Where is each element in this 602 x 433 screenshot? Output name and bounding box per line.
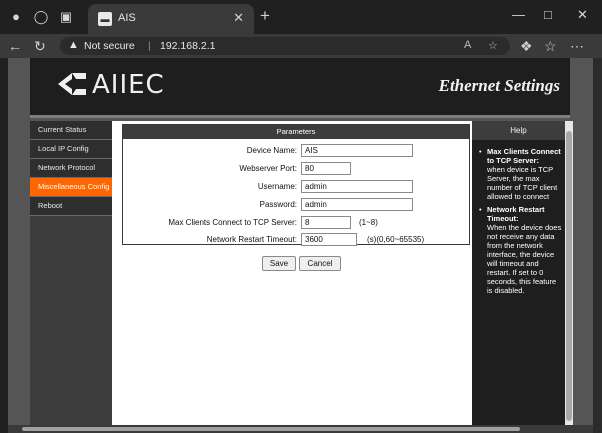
sidebar-item-network-protocol[interactable]: Network Protocol xyxy=(30,159,112,178)
help-item-max-clients: • Max Clients Connect to TCP Server: whe… xyxy=(479,147,563,201)
max-clients-input[interactable]: 8 xyxy=(301,216,351,229)
minimize-icon[interactable]: — xyxy=(512,7,525,22)
help-item-text: when device is TCP Server, the max numbe… xyxy=(487,165,558,201)
profile-icon[interactable]: ● xyxy=(8,9,24,25)
sidebar-item-reboot[interactable]: Reboot xyxy=(30,197,112,216)
username-input[interactable]: admin xyxy=(301,180,413,193)
separator: | xyxy=(148,40,151,52)
help-item-text: When the device does not receive any dat… xyxy=(487,223,562,295)
help-header: Help xyxy=(472,121,565,140)
help-scrollbar-thumb[interactable] xyxy=(566,131,572,421)
sidebar-item-miscellaneous-config[interactable]: Miscellaneous Config xyxy=(30,178,112,197)
page-viewport: AIIEC Ethernet Settings Current Status L… xyxy=(8,58,593,426)
read-aloud-icon[interactable]: A xyxy=(464,39,471,51)
parameters-panel: Parameters Device Name: AIS Webserver Po… xyxy=(122,124,470,247)
username-row: Username: admin xyxy=(123,180,469,194)
main-content: Parameters Device Name: AIS Webserver Po… xyxy=(112,121,472,426)
favorite-icon[interactable]: ☆ xyxy=(488,39,498,52)
sidebar-item-current-status[interactable]: Current Status xyxy=(30,121,112,140)
restart-timeout-input[interactable]: 3600 xyxy=(301,233,357,246)
page-header: AIIEC Ethernet Settings xyxy=(30,58,570,118)
restart-timeout-hint: (s)(0,60~65535) xyxy=(367,235,425,244)
help-item-title: Max Clients Connect to TCP Server: xyxy=(487,147,561,165)
back-icon[interactable]: ← xyxy=(8,38,22,54)
device-name-label: Device Name: xyxy=(246,146,297,155)
refresh-icon[interactable]: ↻ xyxy=(34,38,46,55)
bullet-icon: • xyxy=(479,205,482,214)
tab-title: AIS xyxy=(118,12,136,24)
help-item-title: Network Restart Timeout: xyxy=(487,205,545,223)
help-item-restart-timeout: • Network Restart Timeout: When the devi… xyxy=(479,205,563,295)
maximize-icon[interactable]: □ xyxy=(544,7,552,22)
omnibox[interactable]: ▲ Not secure | 192.168.2.1 A ☆ xyxy=(60,37,510,55)
page-title: Ethernet Settings xyxy=(438,76,560,95)
logo-text: AIIEC xyxy=(92,70,165,100)
restart-timeout-row: Network Restart Timeout: 3600 (s)(0,60~6… xyxy=(123,233,469,247)
page-vertical-scrollbar[interactable] xyxy=(593,58,602,433)
parameters-header: Parameters xyxy=(123,125,469,139)
address-bar: ← ↻ ▲ Not secure | 192.168.2.1 A ☆ ❖ ☆ ⋯ xyxy=(0,34,602,58)
sidebar: Current Status Local IP Config Network P… xyxy=(30,121,112,426)
webserver-port-input[interactable]: 80 xyxy=(301,162,351,175)
browser-window: ● ◯ ▣ ▬ AIS ✕ + — □ ✕ ← ↻ ▲ Not secure |… xyxy=(0,0,602,433)
collections-icon[interactable]: ☆ xyxy=(544,38,557,55)
device-name-input[interactable]: AIS xyxy=(301,144,413,157)
sidebar-item-local-ip-config[interactable]: Local IP Config xyxy=(30,140,112,159)
password-label: Password: xyxy=(259,200,297,209)
copilot-icon[interactable]: ❖ xyxy=(520,38,533,55)
tab-ais[interactable]: ▬ AIS ✕ xyxy=(88,4,254,34)
username-label: Username: xyxy=(257,182,297,191)
logo-mark-icon xyxy=(58,73,86,95)
page-horizontal-scrollbar[interactable] xyxy=(8,425,593,433)
help-scrollbar[interactable] xyxy=(565,121,573,426)
max-clients-row: Max Clients Connect to TCP Server: 8 (1~… xyxy=(123,216,469,230)
device-name-row: Device Name: AIS xyxy=(123,144,469,158)
tab-bar: ● ◯ ▣ ▬ AIS ✕ + — □ ✕ xyxy=(0,0,602,34)
cancel-button[interactable]: Cancel xyxy=(299,256,341,271)
close-tab-icon[interactable]: ✕ xyxy=(233,10,244,26)
password-row: Password: admin xyxy=(123,198,469,212)
favicon-icon: ▬ xyxy=(98,12,112,26)
warning-icon[interactable]: ▲ xyxy=(68,39,79,51)
tab-actions-icon[interactable]: ▣ xyxy=(58,9,74,25)
help-panel: Help • Max Clients Connect to TCP Server… xyxy=(472,121,565,426)
bullet-icon: • xyxy=(479,147,482,156)
webserver-port-label: Webserver Port: xyxy=(239,164,297,173)
save-button[interactable]: Save xyxy=(262,256,296,271)
more-icon[interactable]: ⋯ xyxy=(570,38,584,55)
max-clients-label: Max Clients Connect to TCP Server: xyxy=(168,218,297,227)
horizontal-scrollbar-thumb[interactable] xyxy=(22,427,520,431)
url-text[interactable]: 192.168.2.1 xyxy=(160,40,215,52)
max-clients-hint: (1~8) xyxy=(359,218,378,227)
not-secure-label[interactable]: Not secure xyxy=(84,40,135,52)
close-window-icon[interactable]: ✕ xyxy=(577,7,588,23)
webserver-port-row: Webserver Port: 80 xyxy=(123,162,469,176)
help-body: • Max Clients Connect to TCP Server: whe… xyxy=(479,147,563,299)
workspaces-icon[interactable]: ◯ xyxy=(33,9,49,25)
password-input[interactable]: admin xyxy=(301,198,413,211)
restart-timeout-label: Network Restart Timeout: xyxy=(206,235,297,244)
new-tab-icon[interactable]: + xyxy=(260,6,270,26)
